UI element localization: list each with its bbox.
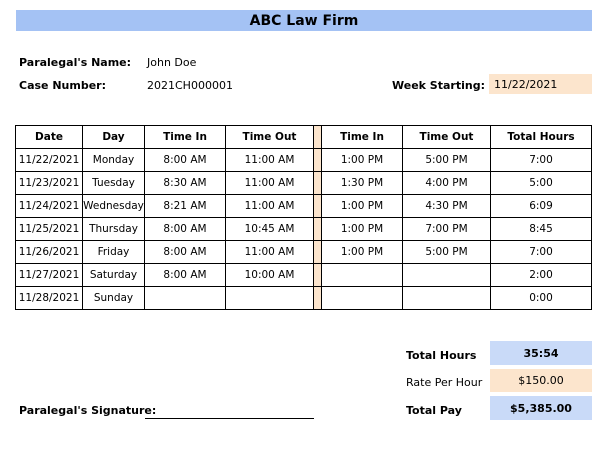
column-header-time-in-am: Time In (144, 125, 226, 149)
table-row: 11/26/2021 Friday 8:00 AM 11:00 AM 1:00 … (15, 240, 592, 264)
cell-total-hours[interactable]: 6:09 (490, 194, 592, 218)
cell-day[interactable]: Thursday (82, 217, 145, 241)
table-row: 11/25/2021 Thursday 8:00 AM 10:45 AM 1:0… (15, 217, 592, 241)
cell-date[interactable]: 11/27/2021 (15, 263, 83, 287)
cell-date[interactable]: 11/22/2021 (15, 148, 83, 172)
firm-title: ABC Law Firm (16, 10, 592, 31)
cell-time-out-pm[interactable]: 4:00 PM (402, 171, 491, 195)
column-separator (313, 148, 322, 172)
paralegal-name-value[interactable]: John Doe (147, 56, 196, 69)
total-pay-label: Total Pay (406, 404, 462, 417)
cell-date[interactable]: 11/25/2021 (15, 217, 83, 241)
cell-time-out-am[interactable] (225, 286, 314, 310)
cell-date[interactable]: 11/24/2021 (15, 194, 83, 218)
cell-day[interactable]: Monday (82, 148, 145, 172)
rate-per-hour-value[interactable]: $150.00 (490, 369, 592, 392)
cell-time-in-am[interactable]: 8:00 AM (144, 263, 226, 287)
cell-total-hours[interactable]: 7:00 (490, 148, 592, 172)
column-header-time-out-am: Time Out (225, 125, 314, 149)
cell-time-in-am[interactable]: 8:00 AM (144, 240, 226, 264)
column-separator (313, 194, 322, 218)
cell-time-out-pm[interactable] (402, 286, 491, 310)
rate-per-hour-label: Rate Per Hour (406, 376, 483, 389)
cell-time-out-am[interactable]: 11:00 AM (225, 148, 314, 172)
timesheet-table: Date Day Time In Time Out Time In Time O… (15, 125, 592, 310)
cell-time-in-am[interactable]: 8:00 AM (144, 217, 226, 241)
cell-total-hours[interactable]: 7:00 (490, 240, 592, 264)
column-header-time-in-pm: Time In (321, 125, 403, 149)
cell-date[interactable]: 11/26/2021 (15, 240, 83, 264)
cell-total-hours[interactable]: 5:00 (490, 171, 592, 195)
cell-total-hours[interactable]: 2:00 (490, 263, 592, 287)
cell-time-out-am[interactable]: 11:00 AM (225, 171, 314, 195)
cell-day[interactable]: Tuesday (82, 171, 145, 195)
table-row: 11/23/2021 Tuesday 8:30 AM 11:00 AM 1:30… (15, 171, 592, 195)
table-row: 11/28/2021 Sunday 0:00 (15, 286, 592, 310)
cell-time-out-am[interactable]: 11:00 AM (225, 240, 314, 264)
cell-time-out-am[interactable]: 11:00 AM (225, 194, 314, 218)
column-header-total-hours: Total Hours (490, 125, 592, 149)
cell-time-out-pm[interactable]: 5:00 PM (402, 240, 491, 264)
cell-date[interactable]: 11/28/2021 (15, 286, 83, 310)
column-separator (313, 263, 322, 287)
total-hours-label: Total Hours (406, 349, 477, 362)
cell-time-in-pm[interactable]: 1:00 PM (321, 148, 403, 172)
signature-line[interactable] (145, 418, 314, 419)
cell-day[interactable]: Friday (82, 240, 145, 264)
table-row: 11/27/2021 Saturday 8:00 AM 10:00 AM 2:0… (15, 263, 592, 287)
cell-time-out-pm[interactable]: 5:00 PM (402, 148, 491, 172)
case-number-label: Case Number: (19, 79, 106, 92)
cell-time-in-pm[interactable]: 1:30 PM (321, 171, 403, 195)
cell-date[interactable]: 11/23/2021 (15, 171, 83, 195)
total-hours-value[interactable]: 35:54 (490, 341, 592, 365)
cell-time-in-pm[interactable]: 1:00 PM (321, 240, 403, 264)
cell-time-in-pm[interactable] (321, 286, 403, 310)
cell-time-in-am[interactable]: 8:00 AM (144, 148, 226, 172)
cell-time-in-pm[interactable]: 1:00 PM (321, 194, 403, 218)
table-row: 11/24/2021 Wednesday 8:21 AM 11:00 AM 1:… (15, 194, 592, 218)
cell-time-out-am[interactable]: 10:00 AM (225, 263, 314, 287)
cell-time-in-pm[interactable]: 1:00 PM (321, 217, 403, 241)
paralegal-name-label: Paralegal's Name: (19, 56, 132, 69)
cell-time-in-pm[interactable] (321, 263, 403, 287)
cell-time-out-am[interactable]: 10:45 AM (225, 217, 314, 241)
cell-time-in-am[interactable]: 8:30 AM (144, 171, 226, 195)
cell-day[interactable]: Wednesday (82, 194, 145, 218)
table-row: 11/22/2021 Monday 8:00 AM 11:00 AM 1:00 … (15, 148, 592, 172)
cell-time-out-pm[interactable]: 4:30 PM (402, 194, 491, 218)
column-separator (313, 217, 322, 241)
column-header-day: Day (82, 125, 145, 149)
cell-time-out-pm[interactable] (402, 263, 491, 287)
table-header-row: Date Day Time In Time Out Time In Time O… (15, 125, 592, 149)
week-starting-value[interactable]: 11/22/2021 (489, 74, 592, 94)
column-separator (313, 286, 322, 310)
column-header-date: Date (15, 125, 83, 149)
column-separator (313, 125, 322, 149)
week-starting-label: Week Starting: (392, 79, 485, 92)
cell-day[interactable]: Sunday (82, 286, 145, 310)
cell-time-in-am[interactable] (144, 286, 226, 310)
column-header-time-out-pm: Time Out (402, 125, 491, 149)
cell-total-hours[interactable]: 0:00 (490, 286, 592, 310)
case-number-value[interactable]: 2021CH000001 (147, 79, 233, 92)
column-separator (313, 240, 322, 264)
cell-total-hours[interactable]: 8:45 (490, 217, 592, 241)
cell-day[interactable]: Saturday (82, 263, 145, 287)
signature-label: Paralegal's Signature: (19, 404, 157, 417)
cell-time-in-am[interactable]: 8:21 AM (144, 194, 226, 218)
total-pay-value[interactable]: $5,385.00 (490, 396, 592, 420)
column-separator (313, 171, 322, 195)
cell-time-out-pm[interactable]: 7:00 PM (402, 217, 491, 241)
